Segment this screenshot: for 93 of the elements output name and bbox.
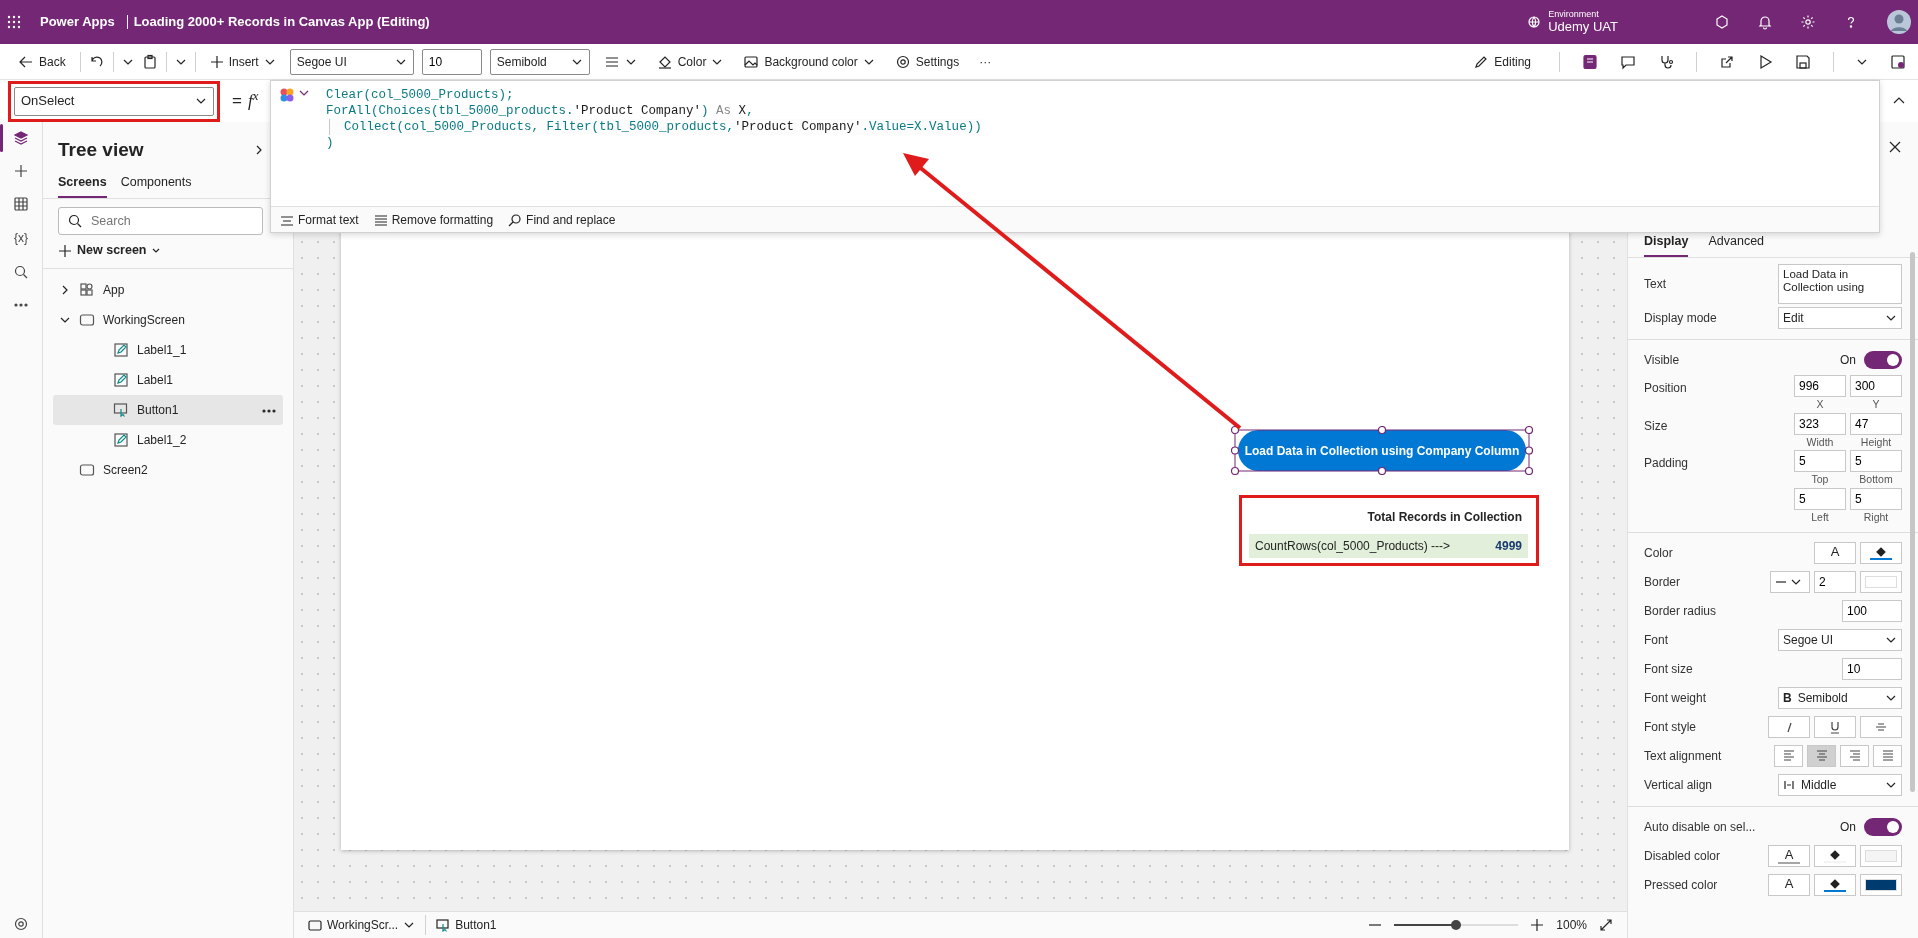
control-breadcrumb[interactable]: Button1 (436, 916, 497, 934)
property-dropdown[interactable]: OnSelect (14, 86, 214, 116)
property-label: Text alignment (1644, 748, 1722, 766)
property-label: Vertical align (1644, 777, 1713, 795)
color-swatch[interactable]: A (1768, 874, 1810, 897)
number-field[interactable]: 47 (1850, 412, 1902, 435)
color-button[interactable]: Color (650, 50, 730, 73)
new-screen-button[interactable]: New screen (58, 241, 162, 260)
property-label: Font style (1644, 719, 1697, 737)
number-field[interactable]: 100 (1842, 600, 1902, 623)
property-label: Text (1644, 275, 1666, 293)
number-field[interactable]: 323 (1794, 412, 1846, 435)
formula-tool-button[interactable]: Find and replace (507, 210, 616, 229)
font-size-field[interactable]: 10 (421, 48, 482, 75)
field-caption: Right (1862, 510, 1890, 525)
label-formula: CountRows(col_5000_Products) ---> (1255, 538, 1451, 555)
variables-button[interactable]: {x} (14, 229, 28, 247)
property-label: Position (1644, 379, 1687, 397)
formula-tool-button[interactable]: Format text (279, 210, 359, 229)
background-color-button[interactable]: Background color (737, 50, 881, 73)
tree-item[interactable]: Label1_1 (53, 335, 283, 365)
property-label: Disabled color (1644, 848, 1721, 866)
field-caption: X (1815, 396, 1825, 412)
tab[interactable]: Screens (58, 172, 107, 199)
canvas-button[interactable]: Load Data in Collection using Company Column (1238, 430, 1526, 471)
toggle-state: On (1840, 819, 1856, 837)
property-label: Auto disable on sel... (1644, 819, 1756, 837)
property-dropdown[interactable]: Edit (1778, 307, 1902, 330)
property-label: Display mode (1644, 310, 1717, 328)
editing-button[interactable]: Editing (1467, 50, 1537, 73)
number-field[interactable]: 10 (1842, 658, 1902, 681)
number-field[interactable]: 996 (1794, 374, 1846, 397)
property-dropdown[interactable]: Segoe UI (1778, 629, 1902, 652)
field-caption: Top (1810, 472, 1830, 488)
field-caption: Width (1805, 434, 1835, 450)
code-line: ) (325, 135, 334, 151)
tab[interactable]: Display (1644, 232, 1689, 257)
bold-icon: B (1783, 689, 1792, 708)
back-button[interactable]: Back (12, 50, 72, 73)
color-swatch[interactable]: A (1814, 542, 1856, 565)
label-title: Total Records in Collection (1366, 509, 1523, 526)
tree-item[interactable]: App (53, 275, 283, 305)
field-caption: Y (1871, 396, 1881, 412)
color-swatch[interactable]: A (1768, 845, 1810, 868)
text-area[interactable]: Load Data in Collection using (1778, 263, 1902, 304)
property-label: Border radius (1644, 603, 1717, 621)
number-field[interactable]: 5 (1794, 488, 1846, 510)
tree-item[interactable]: Screen2 (53, 455, 283, 485)
tree-item[interactable]: WorkingScreen (53, 305, 283, 335)
toggle-state: On (1840, 352, 1856, 370)
field-caption: Bottom (1858, 472, 1894, 488)
property-dropdown[interactable]: B Semibold (1778, 687, 1902, 710)
number-field[interactable]: 5 (1850, 488, 1902, 510)
tree-item[interactable]: Label1_2 (53, 425, 283, 455)
formula-tool-button[interactable]: Remove formatting (372, 210, 494, 229)
tree-item[interactable]: Label1 (53, 365, 283, 395)
field-caption: Left (1810, 510, 1830, 525)
number-field[interactable]: 2 (1814, 571, 1856, 594)
more-button[interactable]: ··· (973, 50, 998, 73)
zoom-percent: 100% (1556, 917, 1587, 934)
record-count: 4999 (1495, 538, 1522, 555)
property-label: Font (1644, 632, 1668, 650)
panel-title: Tree view (58, 138, 144, 162)
app-title: Loading 2000+ Records in Canvas App (Editing) (133, 13, 430, 32)
product-name: Power Apps (40, 13, 115, 32)
equals-sign: = (232, 90, 242, 113)
environment-label: Environment (1548, 9, 1600, 20)
search-field[interactable]: Search (58, 207, 263, 236)
tree-item[interactable]: Button1 (53, 395, 283, 425)
fx-label[interactable]: f$^{x}$ (247, 88, 259, 114)
code-line: Clear(col_5000_Products); (325, 87, 514, 103)
settings-button[interactable]: Settings (888, 50, 966, 73)
property-label: Color (1644, 545, 1673, 563)
font-weight-dropdown[interactable]: Semibold (489, 48, 590, 75)
number-field[interactable]: 5 (1794, 450, 1846, 473)
property-label: Border (1644, 574, 1681, 592)
property-label: Pressed color (1644, 877, 1718, 895)
insert-button[interactable]: Insert (203, 50, 282, 73)
number-field[interactable]: 5 (1850, 450, 1902, 473)
property-label: Padding (1644, 455, 1689, 473)
field-caption: Height (1859, 434, 1893, 450)
font-dropdown[interactable]: Segoe UI (289, 48, 414, 75)
tab[interactable]: Advanced (1708, 232, 1765, 257)
property-label: Font size (1644, 661, 1693, 679)
number-field[interactable]: 300 (1850, 374, 1902, 397)
property-dropdown[interactable]: Middle (1778, 774, 1902, 797)
property-label: Font weight (1644, 690, 1707, 708)
property-label: Visible (1644, 352, 1680, 370)
environment-name[interactable]: Udemy UAT (1548, 19, 1618, 35)
code-line: ForAll(Choices(tbl_5000_products.'Product Company') As X, (325, 103, 754, 119)
property-label: Size (1644, 417, 1668, 435)
tab[interactable]: Components (120, 172, 192, 199)
screen-dropdown[interactable]: WorkingScr... (308, 916, 416, 934)
